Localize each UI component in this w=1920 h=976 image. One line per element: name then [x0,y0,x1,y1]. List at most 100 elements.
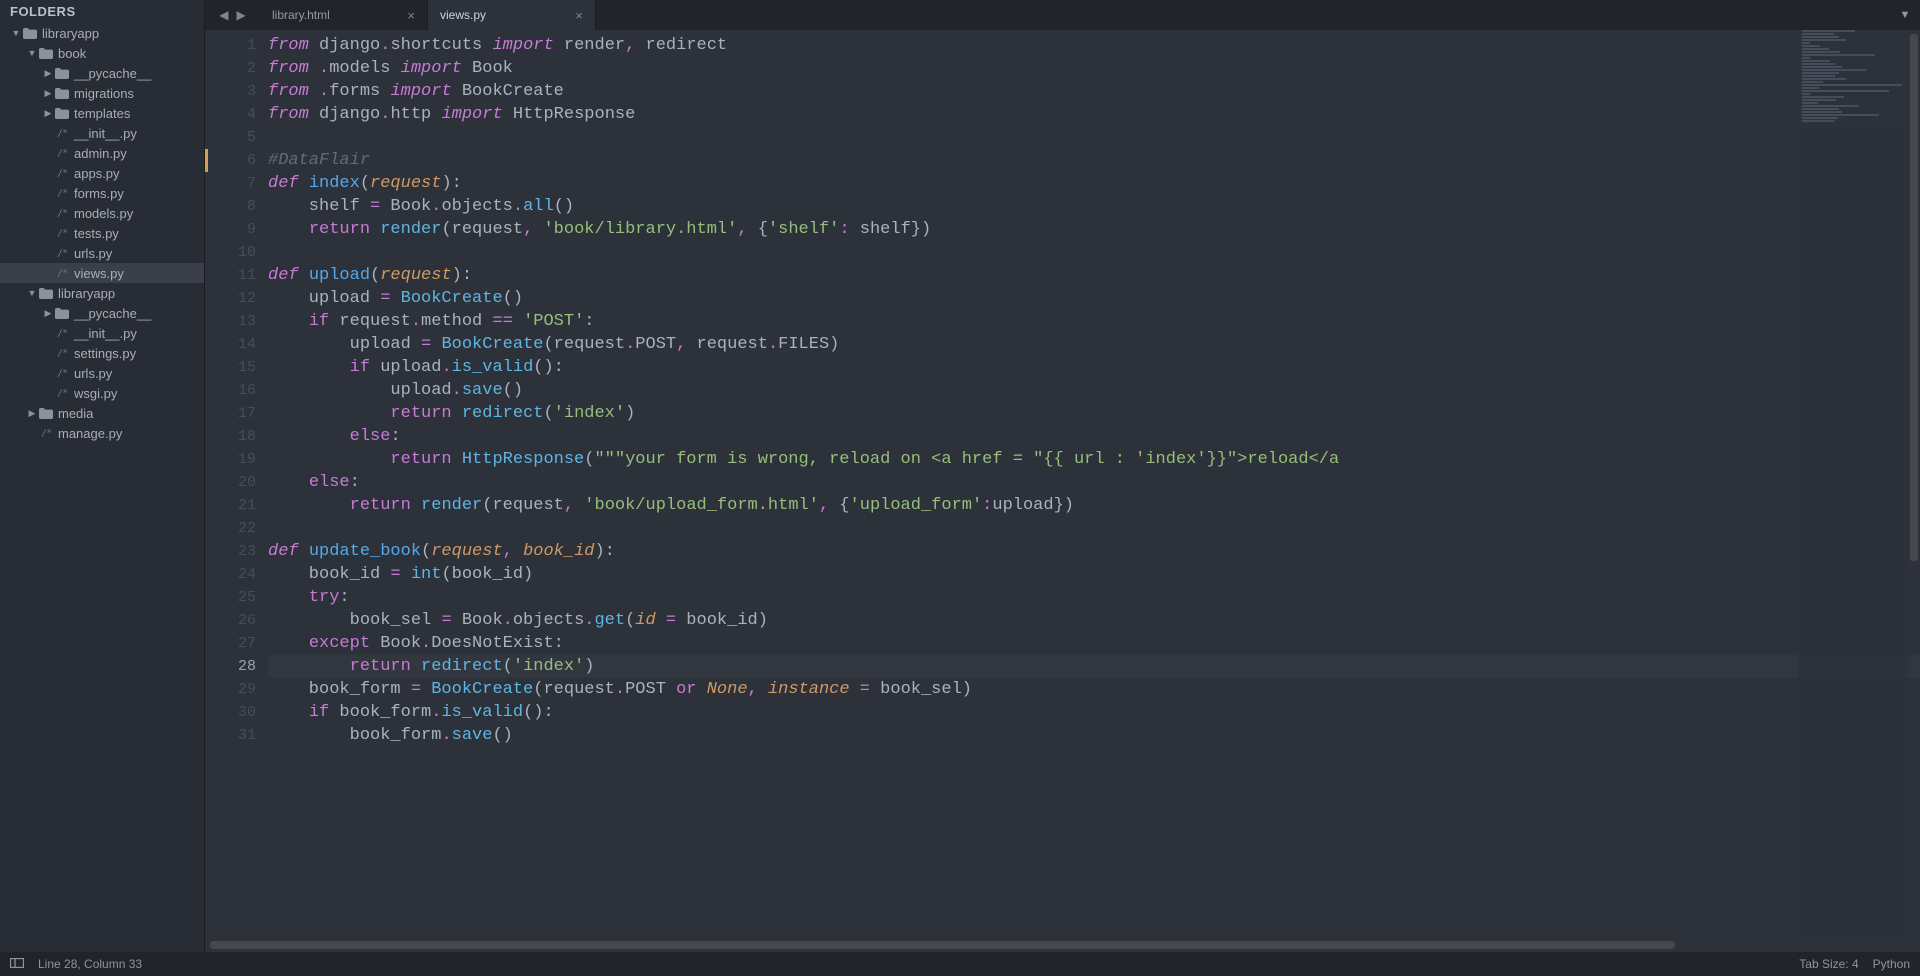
code-line[interactable]: upload = BookCreate(request.POST, reques… [268,333,1920,356]
code-line[interactable]: from django.http import HttpResponse [268,103,1920,126]
tree-item-label: __init__.py [74,126,137,141]
folder-icon [54,106,70,120]
disclosure-icon: ▶ [42,88,54,99]
file-icon: /* [54,366,70,380]
folder-item[interactable]: ▶__pycache__ [0,303,204,323]
close-icon[interactable]: × [407,8,415,23]
tree-item-label: manage.py [58,426,122,441]
code-line[interactable]: except Book.DoesNotExist: [268,632,1920,655]
file-item[interactable]: /*admin.py [0,143,204,163]
folder-item[interactable]: ▼book [0,43,204,63]
file-icon: /* [54,266,70,280]
tab-label: views.py [440,8,486,22]
code-line[interactable]: if upload.is_valid(): [268,356,1920,379]
code-line[interactable]: if book_form.is_valid(): [268,701,1920,724]
code-line[interactable]: def index(request): [268,172,1920,195]
code-line[interactable]: from .forms import BookCreate [268,80,1920,103]
file-icon: /* [54,206,70,220]
file-item[interactable]: /*urls.py [0,363,204,383]
tree-item-label: tests.py [74,226,119,241]
code-line[interactable]: return render(request, 'book/library.htm… [268,218,1920,241]
file-item[interactable]: /*apps.py [0,163,204,183]
file-item[interactable]: /* models.py [0,203,204,223]
code-line[interactable]: return redirect('index') [268,655,1920,678]
horizontal-scrollbar[interactable] [205,938,1908,952]
file-icon: /* [54,346,70,360]
file-item[interactable]: /*__init__.py [0,123,204,143]
code-content[interactable]: from django.shortcuts import render, red… [268,30,1920,952]
modified-marker [205,149,208,172]
file-icon: /* [54,226,70,240]
code-line[interactable]: upload.save() [268,379,1920,402]
code-line[interactable]: book_form = BookCreate(request.POST or N… [268,678,1920,701]
file-item[interactable]: /*__init__.py [0,323,204,343]
code-line[interactable]: return render(request, 'book/upload_form… [268,494,1920,517]
code-line[interactable] [268,241,1920,264]
code-line[interactable]: #DataFlair [268,149,1920,172]
folder-item[interactable]: ▶migrations [0,83,204,103]
nav-forward-icon[interactable]: ▶ [237,8,246,22]
code-line[interactable] [268,517,1920,540]
folder-icon [22,26,38,40]
folder-item[interactable]: ▶__pycache__ [0,63,204,83]
code-line[interactable]: from .models import Book [268,57,1920,80]
folder-item[interactable]: ▶media [0,403,204,423]
code-line[interactable] [268,126,1920,149]
file-item[interactable]: /* tests.py [0,223,204,243]
tree-item-label: book [58,46,86,61]
minimap[interactable] [1798,30,1908,937]
tab-overflow-icon[interactable]: ▼ [1890,0,1920,30]
file-item[interactable]: /* urls.py [0,243,204,263]
file-tab[interactable]: views.py × [428,0,596,30]
code-line[interactable]: else: [268,425,1920,448]
folder-item[interactable]: ▼libraryapp [0,283,204,303]
code-line[interactable]: def update_book(request, book_id): [268,540,1920,563]
close-icon[interactable]: × [575,8,583,23]
code-line[interactable]: return HttpResponse("""your form is wron… [268,448,1920,471]
tab-history-nav[interactable]: ◀ ▶ [205,0,260,30]
file-icon: /* [54,386,70,400]
nav-back-icon[interactable]: ◀ [219,8,228,22]
file-tab[interactable]: library.html × [260,0,428,30]
code-line[interactable]: from django.shortcuts import render, red… [268,34,1920,57]
tab-bar: ◀ ▶ library.html × views.py × ▼ [205,0,1920,30]
tree-item-label: settings.py [74,346,136,361]
file-icon: /* [38,426,54,440]
file-item[interactable]: /*wsgi.py [0,383,204,403]
disclosure-icon: ▼ [10,28,22,38]
code-line[interactable]: if request.method == 'POST': [268,310,1920,333]
code-line[interactable]: def upload(request): [268,264,1920,287]
folder-icon [54,306,70,320]
tab-label: library.html [272,8,330,22]
sidebar-header: FOLDERS [0,0,204,23]
tree-item-label: models.py [74,206,133,221]
code-line[interactable]: try: [268,586,1920,609]
panel-switch-icon[interactable] [10,957,24,971]
file-icon: /* [54,326,70,340]
code-line[interactable]: book_form.save() [268,724,1920,747]
code-line[interactable]: return redirect('index') [268,402,1920,425]
file-icon: /* [54,166,70,180]
file-item[interactable]: /*forms.py [0,183,204,203]
tree-item-label: urls.py [74,246,112,261]
file-item[interactable]: /* settings.py [0,343,204,363]
code-line[interactable]: else: [268,471,1920,494]
code-line[interactable]: book_sel = Book.objects.get(id = book_id… [268,609,1920,632]
status-cursor[interactable]: Line 28, Column 33 [38,957,142,971]
status-language[interactable]: Python [1873,957,1910,971]
code-line[interactable]: shelf = Book.objects.all() [268,195,1920,218]
file-icon: /* [54,246,70,260]
code-line[interactable]: book_id = int(book_id) [268,563,1920,586]
code-line[interactable]: upload = BookCreate() [268,287,1920,310]
file-item[interactable]: /*views.py [0,263,204,283]
folder-item[interactable]: ▶templates [0,103,204,123]
folder-icon [38,46,54,60]
status-tab-size[interactable]: Tab Size: 4 [1799,957,1858,971]
editor-pane: ◀ ▶ library.html × views.py × ▼ 12345678910… [205,0,1920,952]
line-gutter: 1234567891011121314151617181920212223242… [205,30,268,952]
code-area[interactable]: 1234567891011121314151617181920212223242… [205,30,1920,952]
folder-item[interactable]: ▼ libraryapp [0,23,204,43]
tree-item-label: libraryapp [42,26,99,41]
vertical-scrollbar[interactable] [1908,30,1920,938]
file-item[interactable]: /* manage.py [0,423,204,443]
